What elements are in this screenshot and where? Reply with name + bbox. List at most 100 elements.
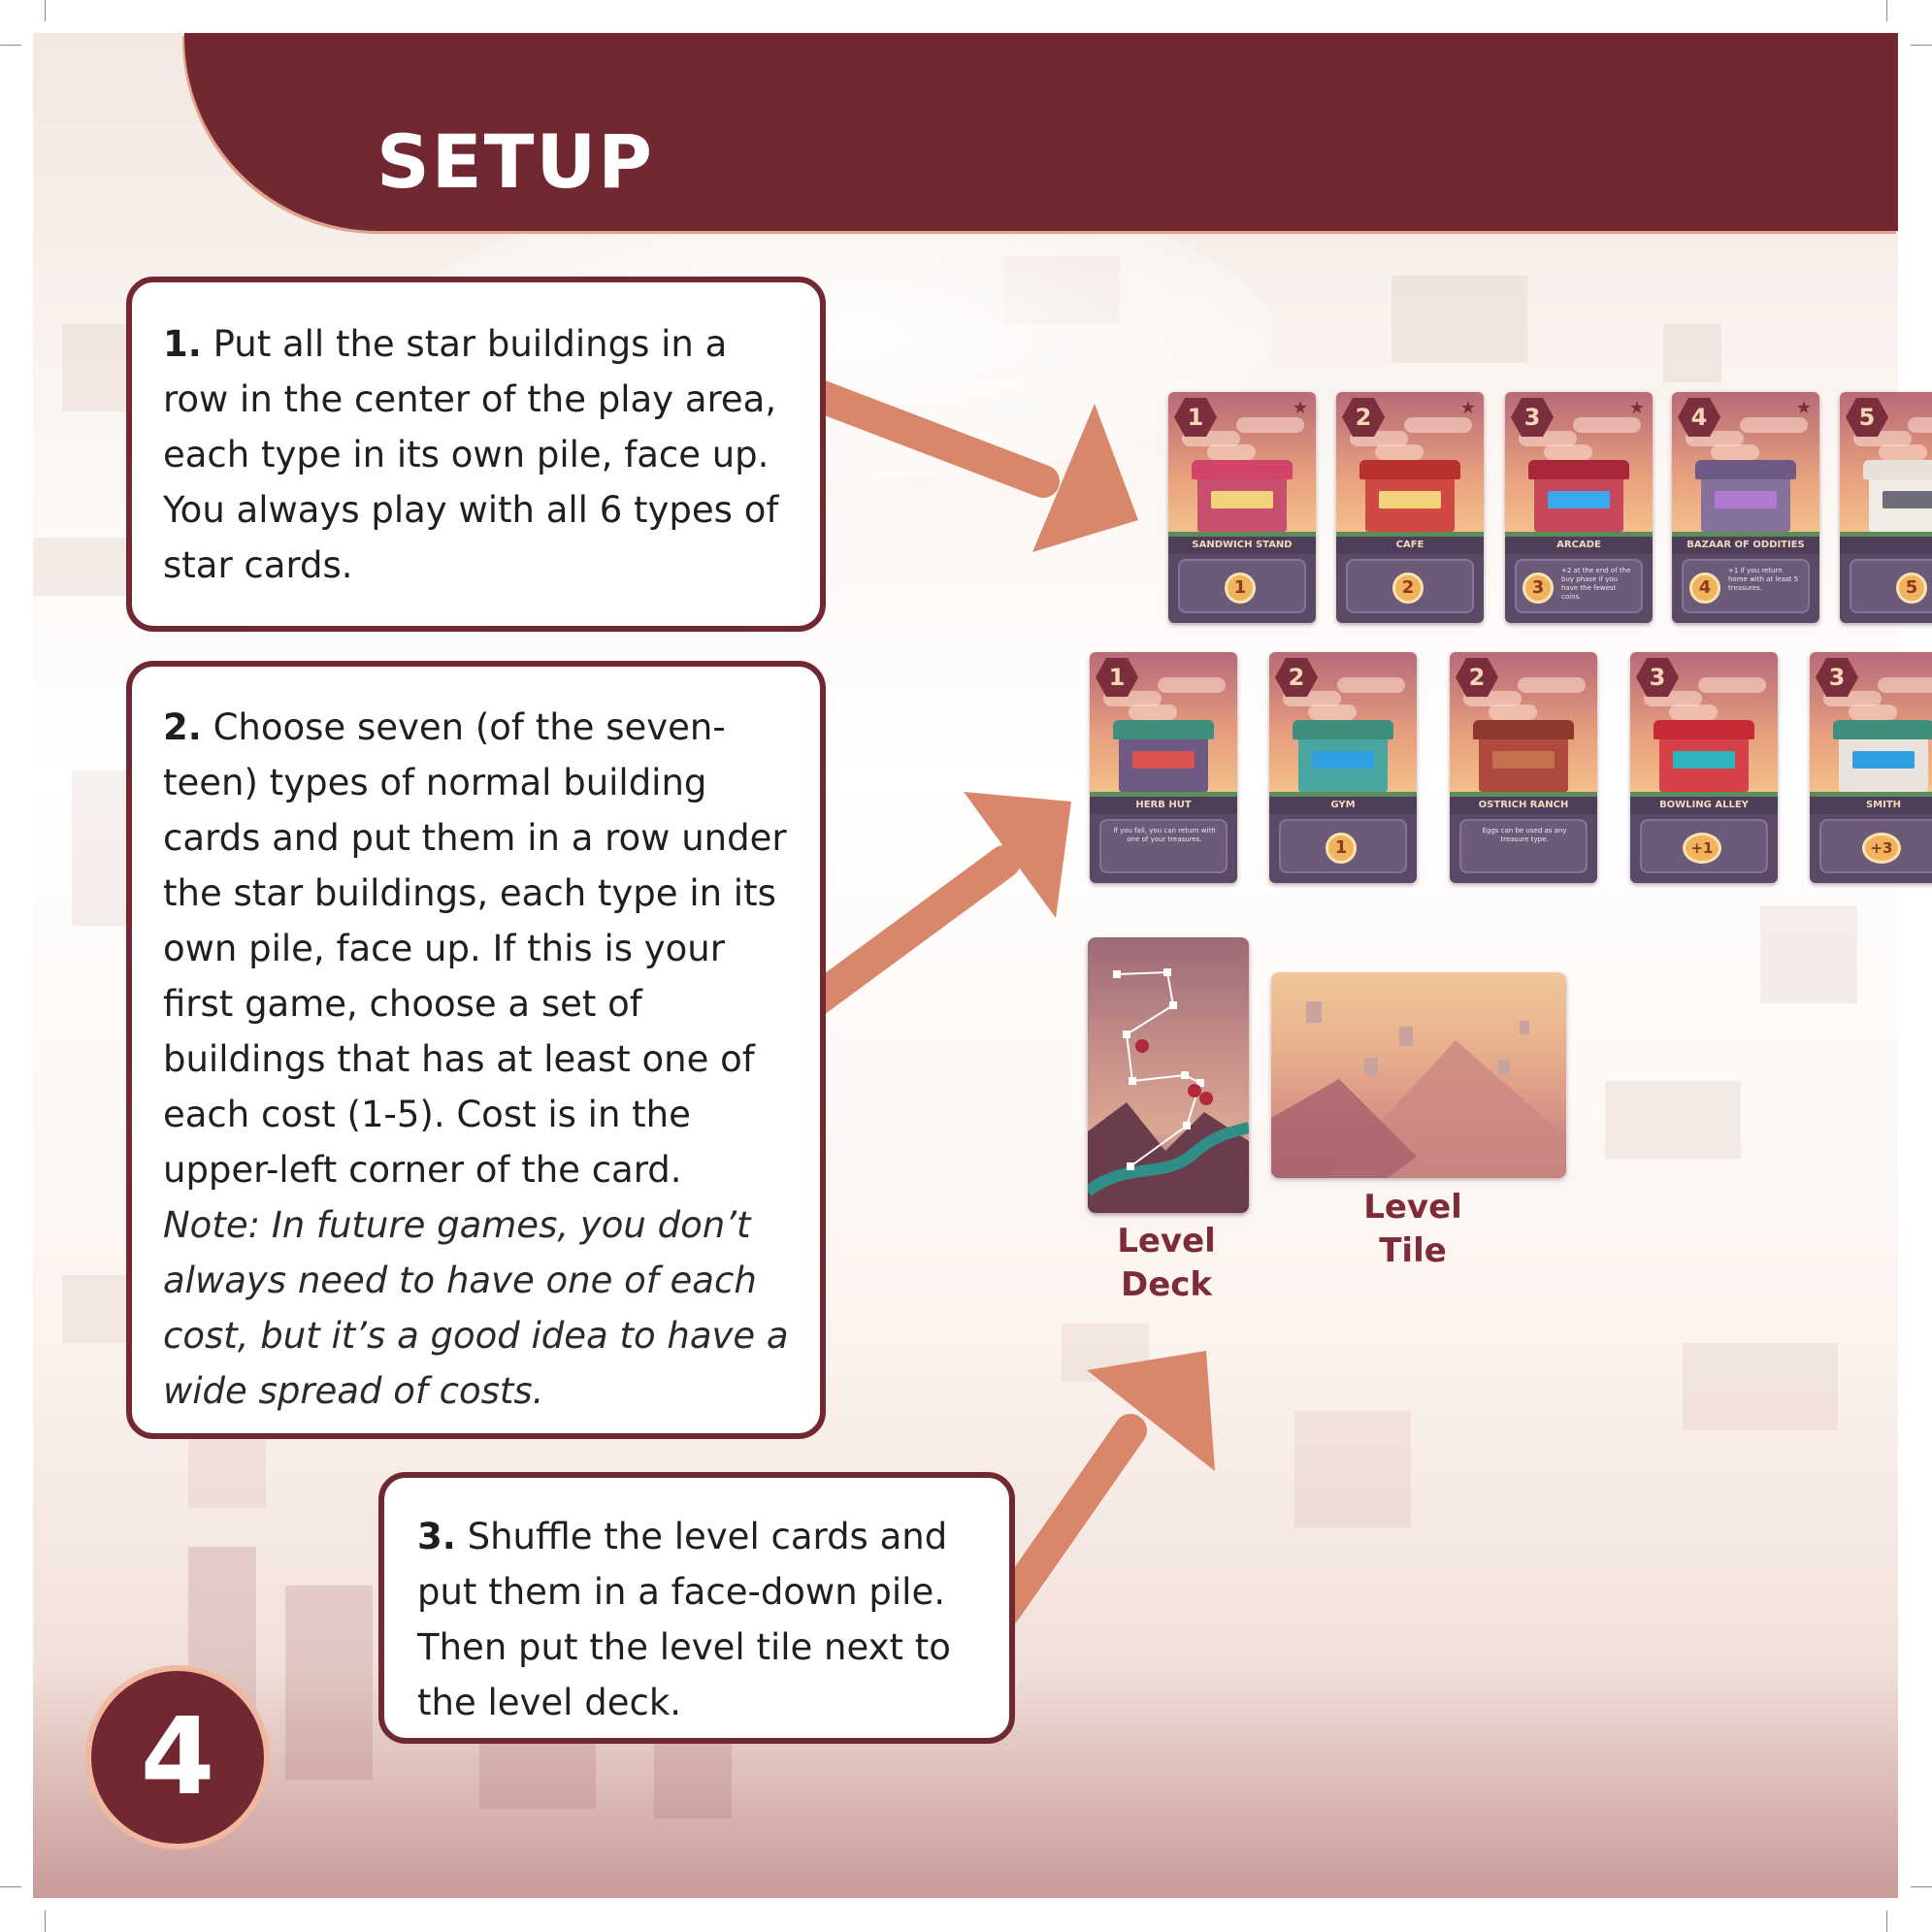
cloud bbox=[1207, 444, 1256, 460]
step-number: 3. bbox=[417, 1516, 456, 1557]
building-window bbox=[1312, 751, 1374, 769]
cloud bbox=[1489, 704, 1537, 720]
level-tile-illustration bbox=[1271, 1001, 1566, 1178]
building-window bbox=[1715, 491, 1777, 508]
step-2-box: 2. Choose seven (of the seven-teen) type… bbox=[126, 661, 826, 1439]
cloud bbox=[1908, 417, 1932, 433]
page-number: 4 bbox=[85, 1665, 270, 1850]
building-card: SMITH +3 3 bbox=[1810, 652, 1932, 883]
building-window bbox=[1211, 491, 1273, 508]
building-card: GYM 1 2 bbox=[1269, 652, 1417, 883]
step-number: 2. bbox=[163, 706, 202, 748]
coin-icon: 1 bbox=[1326, 833, 1357, 864]
level-tile-label: Level Tile bbox=[1326, 1186, 1500, 1273]
step-number: 1. bbox=[163, 323, 202, 365]
building-window bbox=[1379, 491, 1441, 508]
cloud bbox=[1158, 677, 1226, 693]
coin-icon: 3 bbox=[1523, 573, 1554, 604]
coin-icon: +1 bbox=[1683, 833, 1721, 864]
arrow-step-2 bbox=[801, 845, 1021, 1016]
card-name: BOWLING ALLEY bbox=[1630, 797, 1778, 814]
building-card: CAFE 2 2 ★ bbox=[1336, 392, 1484, 623]
building-roof bbox=[1528, 460, 1629, 479]
cloud bbox=[1337, 677, 1405, 693]
level-deck-label-line2: Deck bbox=[1120, 1265, 1213, 1304]
card-ability-text: +2 at the end of the buy phase if you ha… bbox=[1561, 567, 1631, 601]
cloud bbox=[1849, 704, 1897, 720]
cloud bbox=[1711, 444, 1759, 460]
arrow-step-1 bbox=[801, 378, 1060, 498]
cloud bbox=[1375, 444, 1424, 460]
building-card: HERB HUT If you fall, you can return with… bbox=[1090, 652, 1237, 883]
coin-icon: 5 bbox=[1896, 573, 1927, 604]
star-icon: ★ bbox=[1628, 398, 1645, 418]
step-3-box: 3. Shuffle the level cards and put them … bbox=[378, 1472, 1015, 1744]
coin-icon: 4 bbox=[1689, 573, 1720, 604]
card-name: GYM bbox=[1269, 797, 1417, 814]
building-card: SANDWICH STAND 1 1 ★ bbox=[1168, 392, 1316, 623]
level-deck-label: Level Deck bbox=[1079, 1220, 1254, 1307]
coin-icon: 1 bbox=[1225, 573, 1256, 604]
building-window bbox=[1492, 751, 1555, 769]
cloud bbox=[1740, 417, 1808, 433]
building-roof bbox=[1113, 720, 1214, 739]
level-tile-card bbox=[1271, 972, 1566, 1178]
card-ability-text: If you fall, you can return with one of … bbox=[1113, 827, 1216, 843]
step-text: Put all the star buildings in a row in t… bbox=[163, 323, 779, 586]
building-window bbox=[1883, 491, 1932, 508]
cloud bbox=[1878, 677, 1932, 693]
card-ability-text: +1 if you return home with at least 5 tr… bbox=[1728, 567, 1799, 592]
card-name: SMITH bbox=[1810, 797, 1932, 814]
building-roof bbox=[1654, 720, 1754, 739]
building-roof bbox=[1293, 720, 1393, 739]
card-name: SANDWICH STAND bbox=[1168, 537, 1316, 554]
card-name: ARCADE bbox=[1505, 537, 1653, 554]
building-roof bbox=[1359, 460, 1460, 479]
level-deck-label-line1: Level bbox=[1117, 1222, 1216, 1261]
step-1-box: 1. Put all the star buildings in a row i… bbox=[126, 277, 826, 632]
cloud bbox=[1879, 444, 1927, 460]
building-card: ARCADE +2 at the end of the buy phase if … bbox=[1505, 392, 1653, 623]
cloud bbox=[1404, 417, 1472, 433]
cloud bbox=[1129, 704, 1177, 720]
building-window bbox=[1132, 751, 1195, 769]
building-card: 55★ bbox=[1840, 392, 1932, 623]
star-icon: ★ bbox=[1292, 398, 1308, 418]
card-ability-panel: Eggs can be used as any treasure type. bbox=[1459, 819, 1588, 873]
level-map-illustration bbox=[1088, 968, 1249, 1213]
card-ability-panel: If you fall, you can return with one of … bbox=[1099, 819, 1228, 873]
step-text: Shuffle the level cards and put them in … bbox=[417, 1516, 951, 1723]
level-tile-label-line2: Tile bbox=[1379, 1231, 1447, 1270]
coin-icon: +3 bbox=[1862, 833, 1901, 864]
building-roof bbox=[1833, 720, 1932, 739]
building-window bbox=[1673, 751, 1735, 769]
building-window bbox=[1548, 491, 1610, 508]
step-note: Note: In future games, you don’t always … bbox=[163, 1204, 789, 1412]
cloud bbox=[1698, 677, 1766, 693]
star-icon: ★ bbox=[1795, 398, 1812, 418]
building-card: BAZAAR OF ODDITIES +1 if you return home … bbox=[1672, 392, 1819, 623]
cloud bbox=[1518, 677, 1586, 693]
building-roof bbox=[1473, 720, 1574, 739]
level-deck-card bbox=[1088, 937, 1249, 1213]
cloud bbox=[1236, 417, 1304, 433]
card-name: HERB HUT bbox=[1090, 797, 1237, 814]
coin-icon: 2 bbox=[1392, 573, 1424, 604]
cloud bbox=[1544, 444, 1592, 460]
level-tile-label-line1: Level bbox=[1363, 1188, 1462, 1227]
card-name: BAZAAR OF ODDITIES bbox=[1672, 537, 1819, 554]
building-roof bbox=[1695, 460, 1796, 479]
step-text: Choose seven (of the seven-teen) types o… bbox=[163, 706, 787, 1191]
card-ability-text: Eggs can be used as any treasure type. bbox=[1482, 827, 1567, 843]
card-name: CAFE bbox=[1336, 537, 1484, 554]
cloud bbox=[1669, 704, 1718, 720]
building-window bbox=[1852, 751, 1915, 769]
building-card: OSTRICH RANCH Eggs can be used as any tre… bbox=[1450, 652, 1597, 883]
cloud bbox=[1573, 417, 1641, 433]
building-card: BOWLING ALLEY +1 3 bbox=[1630, 652, 1778, 883]
card-name: OSTRICH RANCH bbox=[1450, 797, 1597, 814]
building-roof bbox=[1192, 460, 1293, 479]
star-icon: ★ bbox=[1459, 398, 1476, 418]
arrow-step-3 bbox=[988, 1414, 1147, 1627]
building-roof bbox=[1863, 460, 1932, 479]
